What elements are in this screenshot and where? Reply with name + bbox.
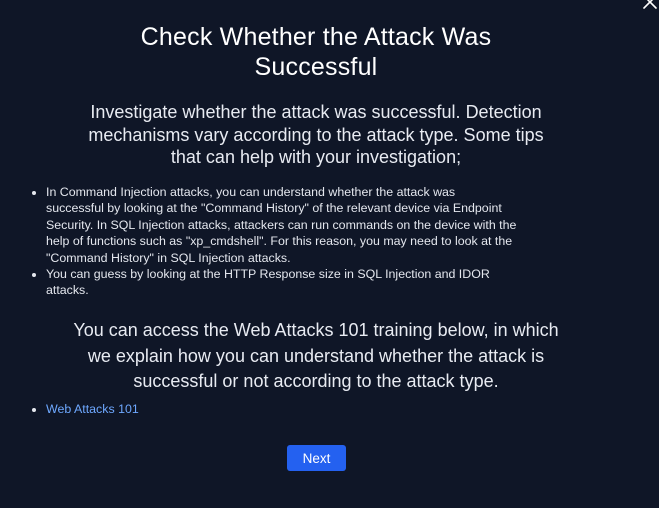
tip-line: help of functions such as "xp_cmdshell".… (46, 234, 513, 249)
attack-success-modal: Check Whether the Attack Was Successful … (0, 0, 659, 508)
intro-text: Investigate whether the attack was succe… (0, 101, 632, 169)
intro-line: that can help with your investigation; (170, 147, 462, 167)
tip-command-injection: In Command Injection attacks, you can un… (46, 184, 626, 266)
tip-line: attacks. (46, 283, 89, 298)
tip-line: Security. In SQL Injection attacks, atta… (46, 217, 517, 232)
tip-http-response-size: You can guess by looking at the HTTP Res… (46, 266, 626, 299)
tips-list: In Command Injection attacks, you can un… (20, 184, 626, 299)
training-line: successful or not according to the attac… (133, 371, 499, 391)
modal-title-line: Successful (254, 53, 378, 81)
training-line: we explain how you can understand whethe… (87, 345, 545, 366)
intro-line: mechanisms vary according to the attack … (88, 124, 544, 145)
training-link-item: Web Attacks 101 (46, 401, 139, 417)
tip-line: In Command Injection attacks, you can un… (46, 185, 456, 199)
tip-line: successful by looking at the "Command Hi… (46, 201, 502, 216)
tip-line: You can guess by looking at the HTTP Res… (46, 267, 490, 282)
next-button[interactable]: Next (287, 445, 346, 471)
tip-line: "Command History" in SQL Injection attac… (46, 250, 291, 265)
training-links-list: Web Attacks 101 (20, 401, 139, 417)
close-button[interactable] (641, 0, 659, 11)
close-icon (643, 0, 657, 9)
training-text: You can access the Web Attacks 101 train… (0, 318, 632, 395)
modal-title-line: Check Whether the Attack Was (140, 23, 492, 51)
web-attacks-101-link[interactable]: Web Attacks 101 (46, 402, 139, 416)
intro-line: Investigate whether the attack was succe… (90, 102, 542, 122)
modal-title: Check Whether the Attack Was Successful (0, 22, 632, 82)
training-line: You can access the Web Attacks 101 train… (73, 320, 559, 340)
